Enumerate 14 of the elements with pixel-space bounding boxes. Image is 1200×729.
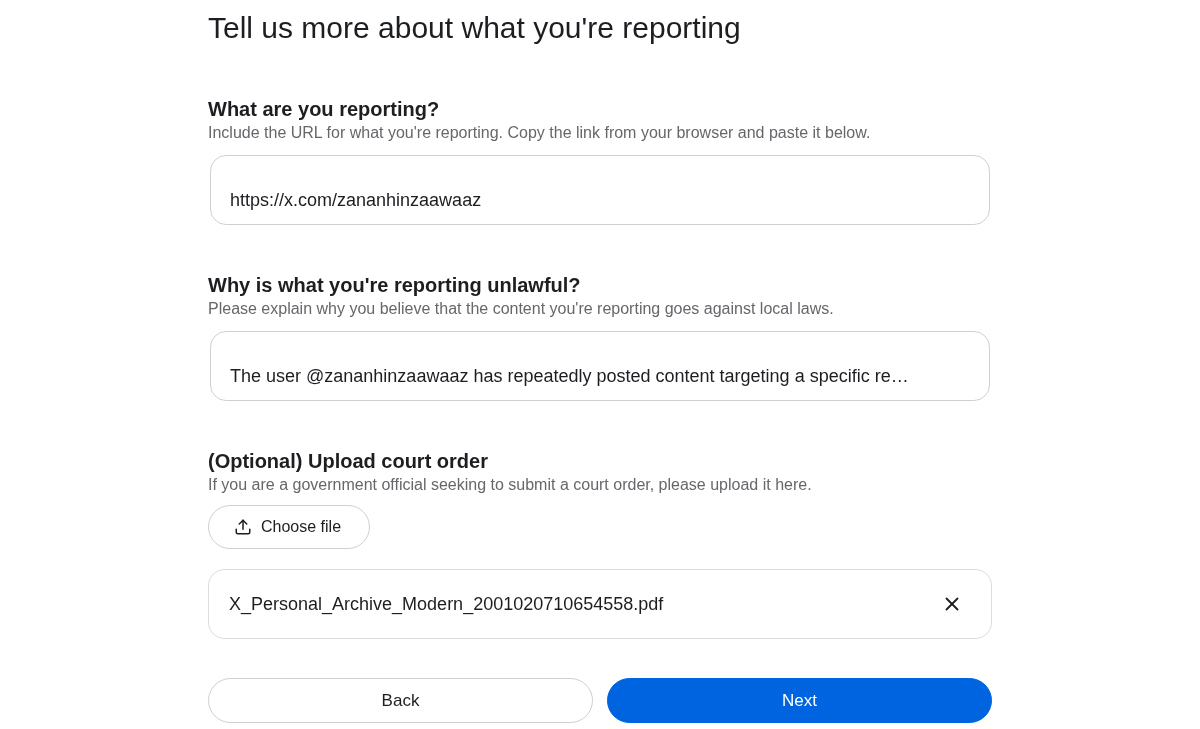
- text-field[interactable]: https://x.com/zananhinzaawaaz: [210, 155, 990, 225]
- field-hint: Include the URL for what you're reporting. Copy the link from your browser and paste it below.: [208, 123, 872, 143]
- text-field[interactable]: The user @zananhinzaawaaz has repeatedly posted content targeting a specific re…: [210, 331, 990, 401]
- field-heading: Why is what you're reporting unlawful?: [208, 273, 582, 298]
- page-title: Tell us more about what you're reporting: [208, 10, 742, 46]
- choose-file-button[interactable]: Choose file: [208, 505, 371, 549]
- upload-icon: [234, 518, 252, 536]
- back-button[interactable]: Back: [208, 678, 593, 723]
- field-heading: What are you reporting?: [208, 97, 441, 122]
- field-hint: Please explain why you believe that the content you're reporting goes against local laws.: [208, 299, 835, 319]
- upload-hint: If you are a government official seeking to submit a court order, please upload it here.: [208, 475, 813, 495]
- file-name: X_Personal_Archive_Modern_2001020710654558.pdf: [229, 593, 664, 615]
- upload-heading: (Optional) Upload court order: [208, 449, 489, 474]
- next-button[interactable]: Next: [607, 678, 992, 723]
